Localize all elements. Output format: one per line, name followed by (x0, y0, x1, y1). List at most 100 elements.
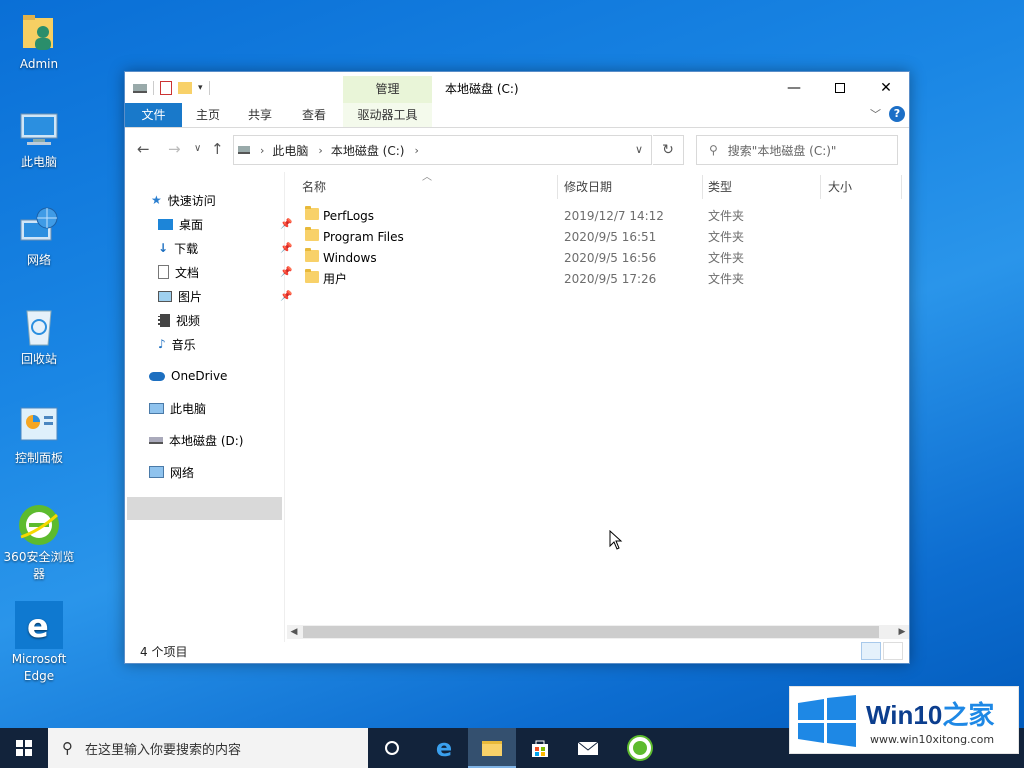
nav-item-downloads[interactable]: ↓ 下载 📌 (158, 237, 292, 259)
nav-this-pc[interactable]: 此电脑 (149, 397, 206, 419)
pin-icon[interactable]: 📌 (280, 267, 292, 278)
nav-label: 快速访问 (167, 193, 216, 208)
computer-icon (149, 402, 164, 414)
maximize-button[interactable] (817, 72, 863, 103)
column-header-date[interactable]: 修改日期 (564, 175, 612, 199)
column-divider[interactable] (820, 175, 821, 199)
search-input[interactable]: ⚲ 搜索"本地磁盘 (C:)" (696, 135, 898, 165)
back-arrow-icon[interactable]: ← (137, 140, 150, 158)
breadcrumb-drive-c[interactable]: 本地磁盘 (C:) (331, 142, 405, 159)
nav-item-desktop[interactable]: 桌面 📌 (158, 213, 292, 235)
nav-item-music[interactable]: ♪ 音乐 (158, 333, 196, 355)
address-bar[interactable]: › 此电脑 › 本地磁盘 (C:) › ∨ (233, 135, 652, 165)
scrollbar-thumb[interactable] (303, 626, 879, 638)
nav-drive-d[interactable]: 本地磁盘 (D:) (149, 429, 243, 451)
edge-icon: e (435, 734, 453, 762)
properties-icon[interactable] (160, 81, 172, 95)
tab-drive-tools[interactable]: 驱动器工具 (343, 103, 432, 127)
status-item-count: 4 个项目 (140, 645, 188, 659)
file-date: 2020/9/5 16:51 (564, 229, 657, 244)
taskbar-edge[interactable]: e (420, 728, 468, 768)
nav-onedrive[interactable]: OneDrive (149, 365, 227, 387)
chevron-right-icon[interactable]: › (260, 144, 264, 157)
refresh-button[interactable]: ↻ (653, 135, 684, 165)
desktop-icon-this-pc[interactable]: 此电脑 (3, 108, 75, 171)
desktop-icon-360-browser[interactable]: 360安全浏览器 (3, 503, 75, 583)
details-view-button[interactable] (861, 642, 881, 660)
tab-view[interactable]: 查看 (288, 103, 340, 127)
column-header-type[interactable]: 类型 (708, 175, 732, 199)
desktop-icon-label: 回收站 (20, 352, 57, 366)
customize-dropdown-icon[interactable]: ▾ (198, 83, 203, 93)
column-header-size[interactable]: 大小 (828, 175, 852, 199)
nav-quick-access[interactable]: ★ 快速访问 (151, 189, 216, 211)
desktop-icon-label: 360安全浏览器 (3, 550, 75, 581)
windows-logo-icon (16, 740, 32, 756)
desktop-icon-label: Admin (19, 57, 59, 71)
large-icons-view-button[interactable] (883, 642, 903, 660)
scroll-left-icon[interactable]: ◀ (287, 625, 301, 639)
tab-share[interactable]: 共享 (234, 103, 286, 127)
task-view-icon (385, 741, 399, 755)
nav-item-pictures[interactable]: 图片 📌 (158, 285, 292, 307)
horizontal-scrollbar[interactable]: ◀ ▶ (287, 625, 909, 639)
minimize-button[interactable]: — (771, 72, 817, 103)
column-divider[interactable] (557, 175, 558, 199)
refresh-icon: ↻ (662, 142, 674, 158)
task-view-button[interactable] (368, 728, 416, 768)
up-arrow-icon[interactable]: ↑ (211, 140, 224, 158)
chevron-down-icon[interactable]: ∨ (635, 143, 643, 156)
control-panel-icon (17, 404, 61, 448)
tab-file[interactable]: 文件 (125, 103, 182, 127)
recent-locations-icon[interactable]: ∨ (194, 143, 201, 154)
breadcrumb-this-pc[interactable]: 此电脑 (272, 142, 308, 159)
desktop-icon-network[interactable]: 网络 (3, 206, 75, 269)
picture-icon (158, 290, 172, 302)
nav-item-videos[interactable]: 视频 (158, 309, 200, 331)
column-divider[interactable] (702, 175, 703, 199)
scroll-right-icon[interactable]: ▶ (895, 625, 909, 639)
taskbar-search-input[interactable]: ⚲ 在这里输入你要搜索的内容 (48, 728, 368, 768)
column-divider[interactable] (901, 175, 902, 199)
new-folder-icon[interactable] (178, 82, 192, 94)
file-date: 2020/9/5 16:56 (564, 250, 657, 265)
desktop-icon-edge[interactable]: e Microsoft Edge (3, 601, 75, 685)
folder-icon (305, 206, 319, 220)
quick-access-toolbar: ▾ (133, 78, 210, 98)
taskbar-mail[interactable] (564, 728, 612, 768)
close-button[interactable]: ✕ (863, 72, 909, 103)
folder-icon (305, 269, 319, 283)
file-name: PerfLogs (323, 208, 375, 223)
file-date: 2019/12/7 14:12 (564, 208, 664, 223)
column-header-name[interactable]: 名称 (302, 175, 326, 199)
drive-icon (238, 146, 250, 154)
360-browser-icon (629, 737, 651, 759)
desktop-icon-control-panel[interactable]: 控制面板 (3, 404, 75, 467)
nav-label: 文档 (175, 265, 200, 280)
pin-icon[interactable]: 📌 (280, 243, 292, 254)
desktop-icon-admin[interactable]: Admin (3, 10, 75, 73)
taskbar-store[interactable] (516, 728, 564, 768)
chevron-right-icon[interactable]: › (414, 144, 418, 157)
tab-home[interactable]: 主页 (182, 103, 234, 127)
taskbar-file-explorer[interactable] (468, 728, 516, 768)
help-icon[interactable]: ? (889, 106, 905, 122)
taskbar-360-browser[interactable] (616, 728, 664, 768)
nav-network[interactable]: 网络 (149, 461, 194, 483)
chevron-right-icon[interactable]: › (318, 144, 322, 157)
pin-icon[interactable]: 📌 (280, 219, 292, 230)
star-icon: ★ (151, 193, 162, 207)
file-date: 2020/9/5 17:26 (564, 271, 657, 286)
forward-arrow-icon[interactable]: → (168, 140, 181, 158)
tab-manage[interactable]: 管理 (343, 76, 432, 103)
search-icon: ⚲ (709, 143, 718, 157)
search-icon: ⚲ (62, 739, 73, 757)
file-type: 文件夹 (708, 251, 745, 265)
desktop-icon-recycle-bin[interactable]: 回收站 (3, 305, 75, 368)
minimize-icon: — (787, 79, 801, 96)
pin-icon[interactable]: 📌 (280, 291, 292, 302)
start-button[interactable] (0, 728, 48, 768)
expand-ribbon-icon[interactable]: ﹀ (870, 106, 881, 122)
nav-item-documents[interactable]: 文档 📌 (158, 261, 292, 283)
title-bar: ▾ 管理 本地磁盘 (C:) — ✕ (125, 72, 909, 103)
